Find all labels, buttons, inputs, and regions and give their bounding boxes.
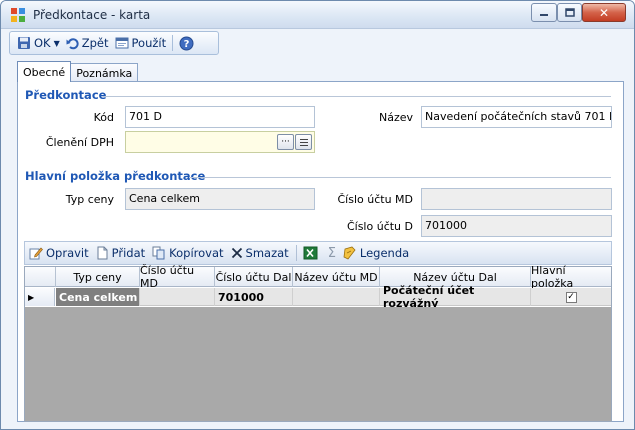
- cell-nazev-md[interactable]: [293, 288, 380, 306]
- cell-typ-ceny[interactable]: Cena celkem: [56, 288, 140, 306]
- hlavni-polozka-checkbox[interactable]: ✓: [565, 291, 577, 303]
- cell-cislo-md[interactable]: [140, 288, 215, 306]
- ok-label: OK: [34, 36, 51, 50]
- copy-button[interactable]: Kopírovat: [152, 246, 224, 260]
- legend-icon: [343, 246, 356, 260]
- typ-ceny-label: Typ ceny: [65, 193, 114, 206]
- chevron-down-icon[interactable]: ▼: [54, 39, 60, 48]
- back-label: Zpět: [81, 36, 109, 50]
- close-icon: ✕: [598, 5, 610, 20]
- column-header[interactable]: Název účtu MD: [293, 267, 380, 287]
- edit-button[interactable]: Opravit: [29, 246, 89, 260]
- app-icon: [11, 8, 25, 22]
- copy-label: Kopírovat: [169, 246, 224, 260]
- save-icon: [18, 37, 30, 49]
- nazev-label: Název: [378, 111, 413, 124]
- window: Předkontace - karta ✕ OK ▼ Zpět Použít ?…: [0, 0, 635, 430]
- svg-text:?: ?: [184, 39, 190, 50]
- grid-empty-area: [25, 307, 611, 421]
- tab-obecne[interactable]: Obecné: [17, 61, 72, 82]
- legend-button[interactable]: Legenda: [343, 246, 409, 260]
- apply-button[interactable]: Použít: [112, 33, 170, 53]
- data-grid: Typ ceny Číslo účtu MD Číslo účtu Dal Ná…: [24, 264, 612, 422]
- column-header[interactable]: Typ ceny: [56, 267, 140, 287]
- apply-icon: [115, 37, 129, 49]
- kod-label: Kód: [93, 111, 114, 124]
- kod-field[interactable]: 701 D: [125, 106, 315, 128]
- export-excel-button[interactable]: [303, 246, 321, 260]
- pencil-icon: [29, 247, 43, 260]
- apply-label: Použít: [131, 36, 167, 50]
- excel-icon: [303, 246, 318, 260]
- cislo-uctu-md-field: [421, 188, 612, 210]
- browse-button[interactable]: ···: [277, 134, 294, 150]
- tab-strip: Obecné Poznámka: [17, 61, 139, 82]
- delete-icon: [231, 247, 242, 259]
- legend-label: Legenda: [359, 246, 410, 260]
- typ-ceny-field: Cena celkem: [125, 188, 315, 210]
- toolbar-divider: [295, 245, 297, 261]
- minimize-icon: [540, 13, 548, 16]
- add-label: Přidat: [111, 246, 146, 260]
- list-button[interactable]: [295, 134, 312, 150]
- help-icon: ?: [179, 36, 194, 50]
- section-divider: [103, 96, 611, 97]
- main-toolbar: OK ▼ Zpět Použít ?: [9, 31, 219, 55]
- title-bar: Předkontace - karta ✕: [1, 1, 634, 29]
- section-title-predkontace: Předkontace: [25, 88, 107, 102]
- back-button[interactable]: Zpět: [63, 33, 112, 53]
- column-header[interactable]: Číslo účtu Dal: [215, 267, 293, 287]
- delete-button[interactable]: Smazat: [231, 246, 289, 260]
- sum-button[interactable]: Σ: [328, 246, 336, 261]
- cislo-uctu-d-label: Číslo účtu D: [346, 220, 413, 233]
- row-indicator[interactable]: ▶: [25, 288, 55, 306]
- cell-hlavni-polozka[interactable]: ✓: [531, 288, 611, 306]
- column-header[interactable]: Hlavní položka: [531, 264, 611, 290]
- toolbar-divider: [172, 35, 174, 51]
- cell-cislo-dal[interactable]: 701000: [215, 288, 293, 306]
- add-button[interactable]: Přidat: [96, 246, 146, 260]
- maximize-button[interactable]: [557, 3, 582, 22]
- current-row-icon: ▶: [28, 292, 35, 302]
- section-title-hlavni: Hlavní položka předkontace: [25, 169, 206, 183]
- help-button[interactable]: ?: [176, 33, 200, 53]
- new-document-icon: [97, 246, 108, 260]
- minimize-button[interactable]: [531, 3, 557, 22]
- cislo-uctu-d-field: 701000: [421, 215, 612, 237]
- close-button[interactable]: ✕: [582, 3, 626, 22]
- copy-icon: [152, 246, 165, 260]
- check-icon: ✓: [567, 291, 575, 302]
- edit-label: Opravit: [46, 246, 89, 260]
- maximize-icon: [564, 8, 575, 17]
- window-title: Předkontace - karta: [33, 8, 151, 22]
- sigma-icon: Σ: [327, 245, 336, 261]
- section-divider: [189, 177, 611, 178]
- table-row[interactable]: Cena celkem 701000 Počáteční účet rozváž…: [56, 284, 611, 310]
- undo-icon: [66, 37, 79, 49]
- cell-nazev-dal[interactable]: Počáteční účet rozvážný: [380, 284, 531, 310]
- column-header[interactable]: Číslo účtu MD: [140, 264, 215, 290]
- ok-button[interactable]: OK ▼: [14, 33, 63, 53]
- nazev-field[interactable]: Navedení počátečních stavů 701 D: [421, 106, 612, 128]
- list-icon: [299, 138, 308, 146]
- row-indicator-header: [25, 267, 56, 287]
- delete-label: Smazat: [245, 246, 289, 260]
- tab-poznamka[interactable]: Poznámka: [70, 63, 139, 82]
- cleneni-dph-label: Členění DPH: [45, 136, 114, 149]
- cislo-uctu-md-label: Číslo účtu MD: [337, 193, 413, 206]
- ellipsis-icon: ···: [281, 137, 290, 147]
- grid-toolbar: Opravit Přidat Kopírovat Smazat Σ Legend…: [24, 241, 612, 265]
